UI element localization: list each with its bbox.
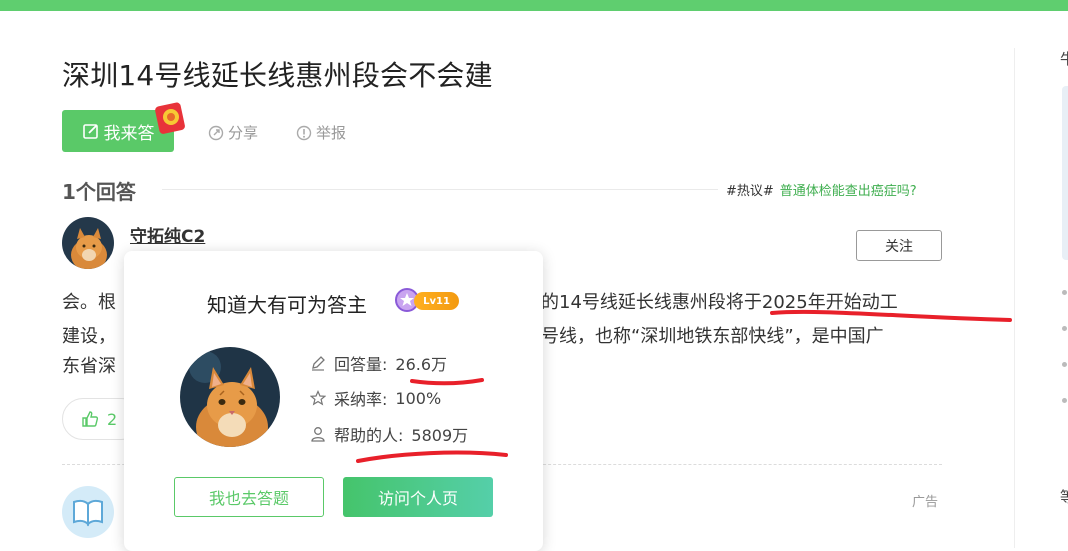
level-badge: Lv11 [414,292,459,310]
stat-adoption-label: 采纳率: [334,390,388,409]
report-action[interactable]: 举报 [296,122,346,143]
answerer-name[interactable]: 守拓纯C2 [130,222,205,247]
popup-title: 知道大有可为答主 [207,293,367,317]
edit-icon [82,124,98,139]
stat-helped-label: 帮助的人: [334,426,404,445]
answer-text-line-3-start: 东省深 [62,356,116,377]
list-bullet [1062,398,1067,403]
answer-text-line-2-end: 号线，也称“深圳地铁东部快线”，是中国广 [541,326,884,347]
answer-too-button[interactable]: 我也去答题 [174,477,324,517]
stat-adoption: 采纳率: 100% [310,386,441,410]
star-icon [310,390,326,406]
list-bullet [1062,326,1067,331]
ad-label: 广告 [912,495,939,510]
share-label: 分享 [228,124,259,142]
list-bullet [1062,290,1067,295]
visit-profile-button[interactable]: 访问个人页 [343,477,493,517]
book-icon [62,486,114,538]
answer-text-line-2-start: 建设， [62,326,116,347]
report-icon [296,125,312,140]
answer-count: 1个回答 [62,180,136,204]
answerer-avatar[interactable] [62,217,114,269]
pencil-icon [312,356,325,371]
answer-button-label: 我来答 [103,123,155,144]
right-column-separator [1014,48,1015,548]
share-action[interactable]: 分享 [208,122,258,143]
stat-helped-value: 5809万 [411,426,469,445]
stat-answers: 回答量: 26.6万 [310,351,447,375]
section-divider [162,189,718,190]
top-accent-bar [0,0,1068,11]
stat-adoption-value: 100% [395,388,442,408]
right-column-heading: 牛 [1060,50,1068,68]
report-label: 举报 [316,124,347,142]
right-column-text: 等 [1060,488,1068,506]
stat-answers-value: 26.6万 [395,355,448,374]
stat-answers-label: 回答量: [334,355,388,374]
answer-text-line-1-start: 会。根 [62,292,116,313]
right-column-card[interactable] [1062,86,1068,260]
question-title: 深圳14号线延长线惠州段会不会建 [62,59,493,92]
stat-helped: 帮助的人: 5809万 [310,422,468,446]
red-envelope-icon [155,102,185,134]
answer-text-line-1-end: 的14号线延长线惠州段将于2025年开始动工 [541,292,898,313]
person-icon [311,427,325,442]
thumbs-up-icon [82,411,99,427]
profile-popup-card: 知道大有可为答主 Lv11 回答量: 26.6万 采纳率: 100% 帮助的人:… [124,251,543,551]
like-count: 2 [107,409,118,429]
hot-topic-link[interactable]: 普通体检能查出癌症吗? [780,184,917,199]
hot-topic[interactable]: #热议# 普通体检能查出癌症吗? [726,180,917,199]
list-bullet [1062,362,1067,367]
follow-button[interactable]: 关注 [856,230,942,261]
hot-tag: #热议# [726,184,774,199]
share-icon [208,125,224,140]
popup-avatar[interactable] [180,347,280,447]
